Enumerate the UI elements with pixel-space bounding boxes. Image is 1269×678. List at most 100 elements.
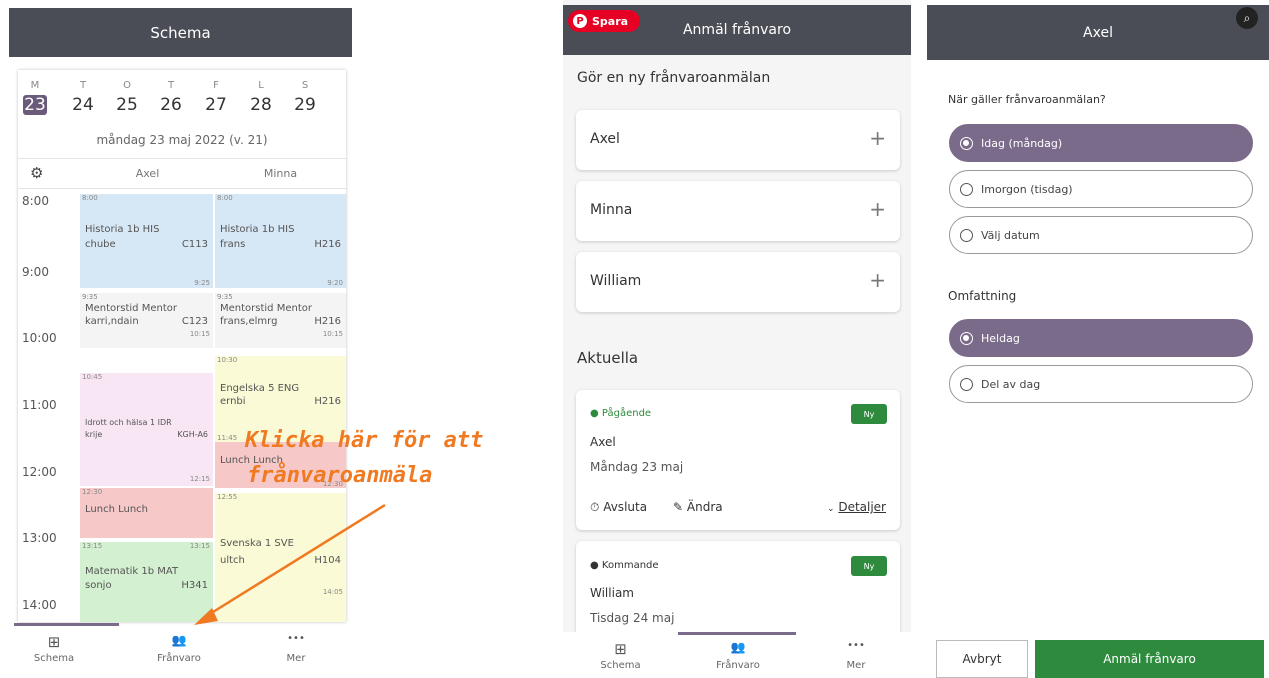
pinterest-save-button[interactable]: P Spara xyxy=(568,10,640,32)
cancel-button[interactable]: Avbryt xyxy=(936,640,1028,678)
day-letter: L xyxy=(258,80,264,91)
plus-icon: + xyxy=(869,126,886,150)
day-number: 27 xyxy=(205,95,227,115)
axel-header: Axel xyxy=(927,5,1269,60)
student-column-header: Axel xyxy=(135,167,160,180)
details-link[interactable]: ⌄ Detaljer xyxy=(827,500,886,514)
day-letter: S xyxy=(301,80,309,91)
date-label: måndag 23 maj 2022 (v. 21) xyxy=(96,133,268,147)
nav-label: Schema xyxy=(33,653,75,664)
absence-student: William xyxy=(590,586,634,600)
day-tue[interactable]: T 24 xyxy=(68,80,98,115)
student-column-header: Minna xyxy=(263,167,298,180)
day-number: 26 xyxy=(160,95,182,115)
day-letter: T xyxy=(79,80,87,91)
nav-schema[interactable]: ⊞ Schema xyxy=(29,633,79,664)
bottom-nav: ⊞ Schema 👥 Frånvaro ••• Mer xyxy=(563,632,911,678)
day-sat[interactable]: L 28 xyxy=(246,80,276,115)
absence-date: Tisdag 24 maj xyxy=(590,611,675,625)
day-number: 28 xyxy=(250,95,272,115)
more-icon: ••• xyxy=(847,640,865,651)
day-letter: O xyxy=(123,80,131,91)
absence-panel: Anmäl frånvaro P Spara Gör en ny frånvar… xyxy=(563,0,911,678)
time-label: 10:00 xyxy=(22,331,57,345)
option-tomorrow[interactable]: Imorgon (tisdag) xyxy=(949,170,1253,208)
edit-absence-button[interactable]: ✎ Ändra xyxy=(673,500,723,514)
pinterest-icon: P xyxy=(573,14,587,28)
pencil-icon: ✎ xyxy=(673,500,684,514)
annotation-arrow xyxy=(194,503,386,625)
plus-icon: + xyxy=(869,197,886,221)
day-letter: M xyxy=(30,80,40,91)
radio-icon xyxy=(960,136,973,150)
radio-icon xyxy=(960,182,973,196)
option-part-day[interactable]: Del av dag xyxy=(949,365,1253,403)
when-question: När gäller frånvaroanmälan? xyxy=(948,93,1106,106)
day-number: 23 xyxy=(23,95,47,115)
schedule-event[interactable]: 8:00 Historia 1b HIS frans H216 9:20 xyxy=(215,194,346,288)
current-heading: Aktuella xyxy=(577,349,639,367)
option-today[interactable]: Idag (måndag) xyxy=(949,124,1253,162)
scope-heading: Omfattning xyxy=(948,289,1017,303)
nav-label: Schema xyxy=(600,660,641,671)
nav-franvaro[interactable]: 👥 Frånvaro xyxy=(708,640,768,671)
day-letter: T xyxy=(167,80,175,91)
time-label: 14:00 xyxy=(22,598,57,612)
day-number: 29 xyxy=(294,95,316,115)
day-number: 25 xyxy=(116,95,138,115)
option-full-day[interactable]: Heldag xyxy=(949,319,1253,357)
calendar-grid-icon: ⊞ xyxy=(614,640,627,658)
absence-student: Axel xyxy=(590,435,616,449)
day-letter: F xyxy=(213,80,219,91)
time-label: 11:00 xyxy=(22,398,57,412)
franvaro-active-indicator xyxy=(678,632,796,635)
status-label: ● Kommande xyxy=(590,560,659,571)
people-icon: 👥 xyxy=(730,640,746,654)
submit-absence-button[interactable]: Anmäl frånvaro xyxy=(1035,640,1264,678)
nav-mer[interactable]: ••• Mer xyxy=(271,633,321,664)
nav-mer[interactable]: ••• Mer xyxy=(831,640,881,671)
lens-search-icon[interactable]: ⌕ xyxy=(1236,7,1258,29)
chevron-down-icon: ⌄ xyxy=(826,504,835,514)
calendar-grid-icon: ⊞ xyxy=(47,633,61,651)
nav-schema[interactable]: ⊞ Schema xyxy=(593,640,648,671)
absence-date: Måndag 23 maj xyxy=(590,460,684,474)
day-thu[interactable]: T 26 xyxy=(156,80,186,115)
time-label: 13:00 xyxy=(22,531,57,545)
schedule-event[interactable]: 9:35 Mentorstid Mentor frans,elmrg H216 … xyxy=(215,293,346,348)
day-mon[interactable]: M 23 xyxy=(20,80,50,115)
absence-title: Anmäl frånvaro xyxy=(682,22,792,38)
nav-franvaro[interactable]: 👥 Frånvaro xyxy=(149,633,209,664)
day-fri[interactable]: F 27 xyxy=(201,80,231,115)
schema-header: Schema xyxy=(9,8,352,57)
time-label: 12:00 xyxy=(22,465,57,479)
option-choose-date[interactable]: Välj datum xyxy=(949,216,1253,254)
schedule-event[interactable]: 9:35 Mentorstid Mentor karri,ndain C123 … xyxy=(80,293,213,348)
student-card-axel[interactable]: Axel + xyxy=(576,110,900,170)
nav-label: Frånvaro xyxy=(157,653,201,664)
student-card-minna[interactable]: Minna + xyxy=(576,181,900,241)
nav-label: Mer xyxy=(846,660,866,671)
status-label: ● Pågående xyxy=(590,408,652,419)
radio-icon xyxy=(960,228,973,242)
end-absence-button[interactable]: ⏱ Avsluta xyxy=(590,500,647,515)
schedule-event[interactable]: 10:45 Idrott och hälsa 1 IDR krije KGH-A… xyxy=(80,373,213,486)
absence-card-current: ● Pågående Ny Axel Måndag 23 maj ⏱ Avslu… xyxy=(576,390,900,530)
schema-active-indicator xyxy=(14,623,119,626)
more-icon: ••• xyxy=(287,633,305,644)
new-absence-heading: Gör en ny frånvaroanmälan xyxy=(577,70,771,86)
day-sun[interactable]: S 29 xyxy=(290,80,320,115)
nav-label: Mer xyxy=(286,653,306,664)
day-number: 24 xyxy=(72,95,94,115)
time-label: 9:00 xyxy=(22,265,49,279)
student-card-william[interactable]: William + xyxy=(576,252,900,312)
schedule-event[interactable]: 8:00 Historia 1b HIS chube C113 9:25 xyxy=(80,194,213,288)
people-icon: 👥 xyxy=(171,633,187,647)
nav-label: Frånvaro xyxy=(716,660,760,671)
time-label: 8:00 xyxy=(22,194,49,208)
plus-icon: + xyxy=(869,268,886,292)
day-wed[interactable]: O 25 xyxy=(112,80,142,115)
annotation-text: Klicka här för att frånvaroanmäla xyxy=(245,428,484,489)
settings-gear-icon[interactable]: ⚙ xyxy=(30,164,43,182)
new-badge: Ny xyxy=(851,556,887,576)
